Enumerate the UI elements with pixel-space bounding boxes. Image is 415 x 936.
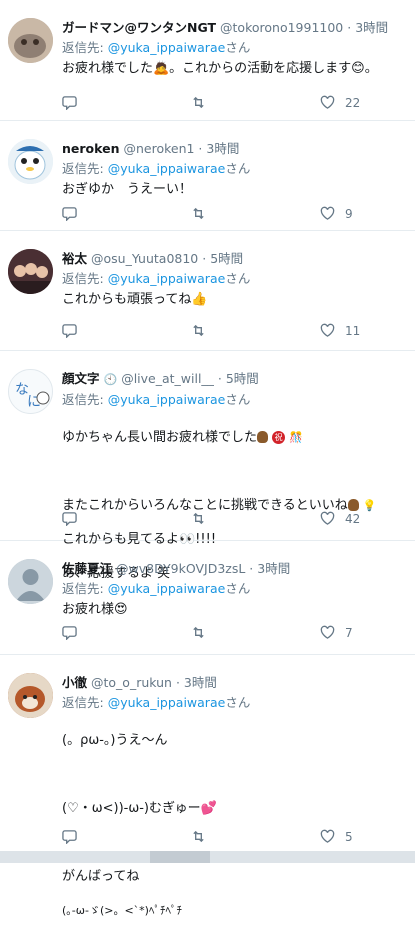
reply-icon <box>62 96 77 110</box>
heart-icon <box>320 625 335 639</box>
confetti-icon: 🎊 <box>289 430 303 444</box>
like-count: 42 <box>345 511 361 526</box>
retweet-button[interactable] <box>191 95 266 110</box>
avatar[interactable] <box>8 559 53 604</box>
reply-icon <box>62 324 77 338</box>
like-count: 7 <box>345 625 353 640</box>
avatar[interactable] <box>8 18 53 63</box>
tweet-text: おぎゆか うえーい！ <box>62 182 193 197</box>
clock-icon: 🕙 <box>103 372 118 386</box>
retweet-icon <box>193 626 204 639</box>
tweet-text: お疲れ様😍 <box>62 602 128 617</box>
reply-context: 返信先: @yuka_ippaiwaraeさん <box>62 581 251 596</box>
like-button[interactable]: 9 <box>320 206 395 221</box>
display-name[interactable]: neroken <box>62 141 119 156</box>
reply-button[interactable] <box>62 95 137 110</box>
mention-link[interactable]: @yuka_ippaiwarae <box>108 695 226 710</box>
heart-icon <box>320 511 335 525</box>
reply-context: 返信先: @yuka_ippaiwaraeさん <box>62 695 251 710</box>
retweet-icon <box>193 96 204 109</box>
avatar[interactable]: なに <box>8 369 53 414</box>
bottom-tab[interactable] <box>150 851 210 863</box>
reply-context: 返信先: @yuka_ippaiwaraeさん <box>62 271 251 286</box>
tweet-text: お疲れ様でした🙇。これからの活動を応援します😊。 <box>62 61 378 76</box>
timestamp[interactable]: 3時間 <box>184 675 217 690</box>
heart-icon <box>320 95 335 109</box>
owl-emoji-icon <box>257 431 269 443</box>
retweet-button[interactable] <box>191 323 266 338</box>
handle[interactable]: @tokorono1991100 <box>220 20 343 35</box>
reply-button[interactable] <box>62 829 137 844</box>
heart-icon <box>320 829 335 843</box>
tweet[interactable]: 佐藤夏江 @wv8DY9kOVJD3zsL · 3時間 返信先: @yuka_i… <box>0 541 415 655</box>
retweet-button[interactable] <box>191 625 266 640</box>
handle[interactable]: @neroken1 <box>123 141 194 156</box>
reply-icon <box>62 830 77 844</box>
like-button[interactable]: 5 <box>320 829 395 844</box>
retweet-button[interactable] <box>191 511 266 526</box>
timestamp[interactable]: 3時間 <box>206 141 239 156</box>
like-count: 9 <box>345 206 353 221</box>
mention-link[interactable]: @yuka_ippaiwarae <box>108 161 226 176</box>
tweet[interactable]: 裕太 @osu_Yuuta0810 · 5時間 返信先: @yuka_ippai… <box>0 231 415 351</box>
heart-icon <box>320 206 335 220</box>
handle[interactable]: @osu_Yuuta0810 <box>91 251 198 266</box>
tweet-text: これからも頑張ってね👍 <box>62 292 208 307</box>
handle[interactable]: @to_o_rukun <box>91 675 172 690</box>
like-count: 11 <box>345 323 361 338</box>
tweet[interactable]: なに 顔文字 🕙 @live_at_will__ · 5時間 返信先: @yuk… <box>0 351 415 581</box>
retweet-icon <box>193 207 204 220</box>
celebration-emoji-icon: 祝 <box>272 430 286 444</box>
mention-link[interactable]: @yuka_ippaiwarae <box>108 271 226 286</box>
like-count: 5 <box>345 829 353 844</box>
bottom-bar <box>0 851 415 863</box>
timestamp[interactable]: 3時間 <box>355 20 388 35</box>
reply-context: 返信先: @yuka_ippaiwaraeさん <box>62 391 251 407</box>
reply-button[interactable] <box>62 625 137 640</box>
timestamp[interactable]: 5時間 <box>210 251 243 266</box>
reply-icon <box>62 512 77 526</box>
avatar[interactable] <box>8 249 53 294</box>
reply-button[interactable] <box>62 511 137 526</box>
display-name[interactable]: 佐藤夏江 <box>62 561 112 576</box>
owl-emoji-icon <box>347 499 359 511</box>
tweet[interactable]: 小徹 @to_o_rukun · 3時間 返信先: @yuka_ippaiwar… <box>0 655 415 917</box>
handle[interactable]: @live_at_will__ <box>121 371 214 386</box>
tweet[interactable]: neroken @neroken1 · 3時間 返信先: @yuka_ippai… <box>0 121 415 231</box>
reply-context: 返信先: @yuka_ippaiwaraeさん <box>62 40 251 55</box>
reply-button[interactable] <box>62 206 137 221</box>
display-name[interactable]: 小徹 <box>62 675 87 690</box>
retweet-icon <box>193 830 204 843</box>
retweet-icon <box>193 512 204 525</box>
heart-icon <box>320 323 335 337</box>
mention-link[interactable]: @yuka_ippaiwarae <box>108 40 226 55</box>
display-name[interactable]: 顔文字 <box>62 371 100 386</box>
like-button[interactable]: 11 <box>320 323 395 338</box>
avatar[interactable] <box>8 673 53 718</box>
like-button[interactable]: 22 <box>320 95 395 110</box>
timestamp[interactable]: 5時間 <box>226 371 259 386</box>
handle[interactable]: @wv8DY9kOVJD3zsL <box>116 561 245 576</box>
retweet-icon <box>193 324 204 337</box>
reply-icon <box>62 207 77 221</box>
like-count: 22 <box>345 95 361 110</box>
display-name[interactable]: 裕太 <box>62 251 87 266</box>
tweet-text: (。ρω-。)うえ～ん (♡・ω<))-ω-)むぎゅー💕 がんばってね (｡-ω… <box>62 733 217 917</box>
reply-context: 返信先: @yuka_ippaiwaraeさん <box>62 161 251 176</box>
timestamp[interactable]: 3時間 <box>257 561 290 576</box>
mention-link[interactable]: @yuka_ippaiwarae <box>108 581 226 596</box>
avatar[interactable] <box>8 139 53 184</box>
mention-link[interactable]: @yuka_ippaiwarae <box>108 392 226 407</box>
tweet[interactable]: ガードマン@ワンタンNGT @tokorono1991100 · 3時間 返信先… <box>0 0 415 121</box>
like-button[interactable]: 42 <box>320 511 395 526</box>
retweet-button[interactable] <box>191 206 266 221</box>
like-button[interactable]: 7 <box>320 625 395 640</box>
display-name[interactable]: ガードマン@ワンタンNGT <box>62 20 216 35</box>
reply-button[interactable] <box>62 323 137 338</box>
reply-icon <box>62 626 77 640</box>
retweet-button[interactable] <box>191 829 266 844</box>
